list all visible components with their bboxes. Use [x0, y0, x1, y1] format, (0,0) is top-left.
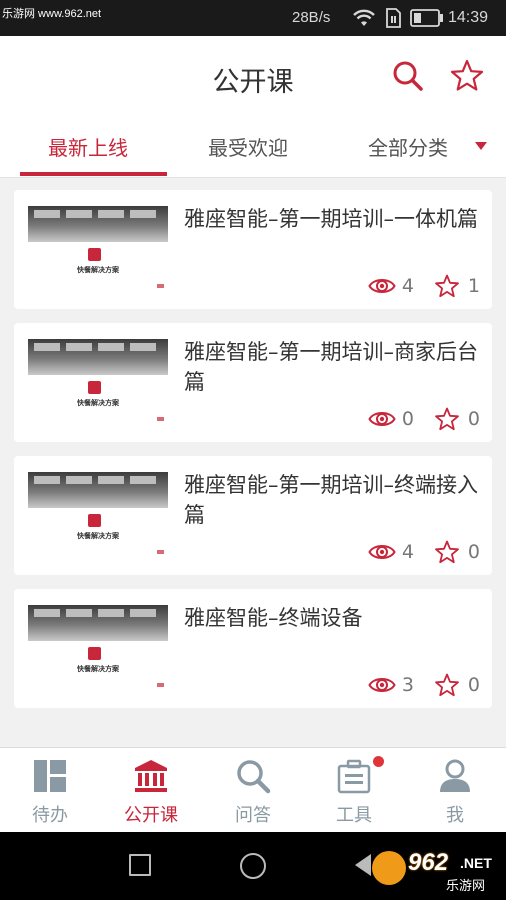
- square-icon[interactable]: [129, 854, 151, 876]
- course-card[interactable]: 快餐解决方案 雅座智能–第一期培训–一体机篇 4 1: [14, 190, 492, 309]
- course-title: 雅座智能–第一期培训–终端接入篇: [184, 473, 478, 527]
- favorites-count: 0: [467, 674, 480, 696]
- tab-bar: 最新上线 最受欢迎 全部分类: [0, 120, 506, 178]
- nav-item-tools[interactable]: 工具: [304, 748, 404, 833]
- toolbox-icon: [337, 759, 371, 794]
- course-list: 快餐解决方案 雅座智能–第一期培训–一体机篇 4 1 快餐解决方案 雅座智能–第…: [14, 190, 492, 722]
- search-icon: [237, 760, 271, 794]
- battery-icon: [410, 9, 443, 27]
- app-header: 公开课: [0, 36, 506, 120]
- favorites-stat[interactable]: 1: [434, 274, 480, 298]
- institution-icon: [135, 760, 167, 792]
- tab-newest[interactable]: 最新上线: [48, 132, 128, 161]
- nav-item-todo[interactable]: 待办: [0, 748, 100, 833]
- favorites-count: 0: [467, 408, 480, 430]
- course-thumbnail: 快餐解决方案: [28, 339, 168, 425]
- brand-logo-icon: [88, 647, 101, 660]
- eye-icon: [368, 545, 396, 559]
- views-stat: 3: [368, 674, 414, 696]
- tab-all-categories[interactable]: 全部分类: [368, 132, 448, 161]
- star-icon: [435, 540, 459, 564]
- nav-item-me[interactable]: 我: [405, 748, 505, 833]
- user-icon: [440, 759, 470, 792]
- logo-circle-icon: [372, 851, 406, 885]
- course-title: 雅座智能–第一期培训–商家后台篇: [184, 340, 478, 394]
- course-card[interactable]: 快餐解决方案 雅座智能–终端设备 3 0: [14, 589, 492, 708]
- notification-badge: [373, 756, 384, 767]
- views-stat: 4: [368, 275, 414, 297]
- favorites-count: 0: [467, 541, 480, 563]
- star-icon: [435, 274, 459, 298]
- course-title: 雅座智能–终端设备: [184, 606, 363, 630]
- eye-icon: [368, 279, 396, 293]
- active-tab-indicator: [20, 172, 167, 176]
- course-card[interactable]: 快餐解决方案 雅座智能–第一期培训–商家后台篇 0 0: [14, 323, 492, 442]
- sim-icon: [386, 8, 401, 28]
- brand-logo-icon: [88, 381, 101, 394]
- views-count: 0: [401, 408, 414, 430]
- page-title: 公开课: [212, 67, 294, 98]
- nav-item-qa[interactable]: 问答: [203, 748, 303, 833]
- nav-item-courses[interactable]: 公开课: [101, 748, 201, 833]
- triangle-back-icon[interactable]: [355, 854, 371, 876]
- course-stats: 3 0: [368, 672, 480, 698]
- dashboard-icon: [34, 760, 66, 792]
- status-bar: 乐游网 www.962.net 28B/s 14:39: [0, 0, 506, 36]
- views-stat: 0: [368, 408, 414, 430]
- eye-icon: [368, 412, 396, 426]
- eye-icon: [368, 678, 396, 692]
- tab-popular[interactable]: 最受欢迎: [208, 132, 288, 161]
- caret-down-icon[interactable]: [475, 142, 487, 150]
- views-count: 3: [401, 674, 414, 696]
- search-icon[interactable]: [390, 58, 426, 94]
- star-icon: [435, 407, 459, 431]
- course-card[interactable]: 快餐解决方案 雅座智能–第一期培训–终端接入篇 4 0: [14, 456, 492, 575]
- watermark-text: 乐游网 www.962.net: [0, 5, 104, 21]
- views-count: 4: [401, 275, 414, 297]
- watermark-logo: 962 .NET 乐游网: [372, 845, 500, 895]
- wifi-icon: [353, 9, 375, 26]
- views-stat: 4: [368, 541, 414, 563]
- course-title: 雅座智能–第一期培训–一体机篇: [184, 207, 478, 231]
- views-count: 4: [401, 541, 414, 563]
- favorites-stat[interactable]: 0: [434, 540, 480, 564]
- favorites-stat[interactable]: 0: [434, 673, 480, 697]
- brand-logo-icon: [88, 514, 101, 527]
- course-thumbnail: 快餐解决方案: [28, 472, 168, 558]
- brand-logo-icon: [88, 248, 101, 261]
- course-thumbnail: 快餐解决方案: [28, 206, 168, 292]
- course-stats: 0 0: [368, 406, 480, 432]
- clock: 14:39: [448, 9, 489, 26]
- circle-home-icon[interactable]: [240, 853, 266, 879]
- star-icon[interactable]: [449, 58, 485, 94]
- course-thumbnail: 快餐解决方案: [28, 605, 168, 691]
- favorites-count: 1: [467, 275, 480, 297]
- favorites-stat[interactable]: 0: [434, 407, 480, 431]
- course-stats: 4 0: [368, 539, 480, 565]
- bottom-nav: 待办 公开课 问答 工具 我: [0, 747, 506, 832]
- network-speed: 28B/s: [292, 9, 331, 26]
- course-stats: 4 1: [368, 273, 480, 299]
- star-icon: [435, 673, 459, 697]
